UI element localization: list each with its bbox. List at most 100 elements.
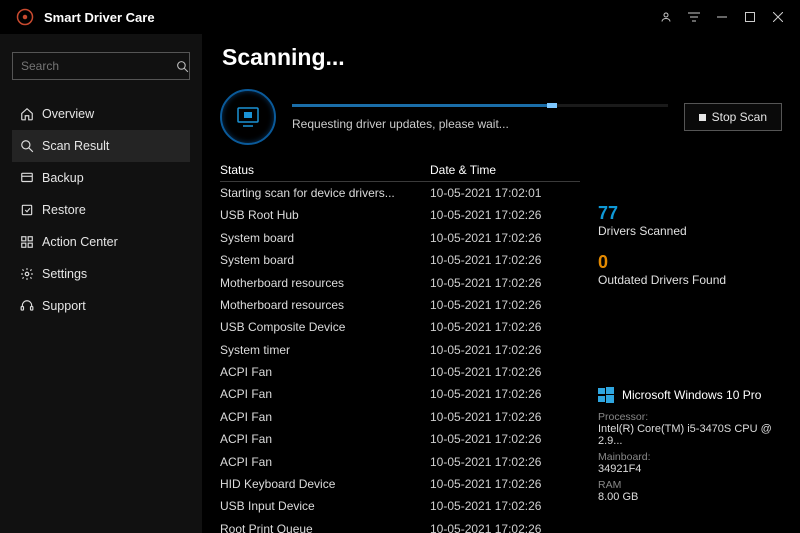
sidebar-item-action-center[interactable]: Action Center: [12, 226, 190, 258]
cell-datetime: 10-05-2021 17:02:26: [430, 276, 580, 290]
ram-value: 8.00 GB: [598, 491, 782, 503]
table-row: System timer10-05-2021 17:02:26: [220, 339, 580, 361]
cell-status: HID Keyboard Device: [220, 477, 430, 491]
table-row: USB Root Hub10-05-2021 17:02:26: [220, 204, 580, 226]
cell-status: USB Input Device: [220, 499, 430, 513]
sidebar-item-scan-result[interactable]: Scan Result: [12, 130, 190, 162]
cell-datetime: 10-05-2021 17:02:26: [430, 343, 580, 357]
stop-icon: [699, 114, 706, 121]
mainboard-value: 34921F4: [598, 463, 782, 475]
cell-datetime: 10-05-2021 17:02:26: [430, 499, 580, 513]
page-title: Scanning...: [222, 44, 782, 71]
maximize-button[interactable]: [736, 3, 764, 31]
ram-key: RAM: [598, 479, 782, 491]
content-area: Scanning... Requesting driver updates, p…: [202, 34, 800, 533]
cell-status: Starting scan for device drivers...: [220, 186, 430, 200]
gear-icon: [20, 267, 42, 281]
app-title: Smart Driver Care: [44, 10, 155, 25]
sidebar-item-label: Overview: [42, 107, 94, 121]
sidebar-item-label: Settings: [42, 267, 87, 281]
sidebar-item-overview[interactable]: Overview: [12, 98, 190, 130]
cell-datetime: 10-05-2021 17:02:26: [430, 320, 580, 334]
sidebar-item-label: Backup: [42, 171, 84, 185]
cell-datetime: 10-05-2021 17:02:26: [430, 387, 580, 401]
sidebar-item-backup[interactable]: Backup: [12, 162, 190, 194]
system-info: Microsoft Windows 10 Pro Processor: Inte…: [598, 387, 782, 503]
progress-bar: [292, 104, 668, 107]
search-input[interactable]: [21, 59, 176, 73]
progress-status-text: Requesting driver updates, please wait..…: [292, 117, 668, 131]
cell-datetime: 10-05-2021 17:02:26: [430, 477, 580, 491]
cell-status: Motherboard resources: [220, 276, 430, 290]
outdated-count: 0: [598, 252, 782, 273]
windows-icon: [598, 387, 614, 403]
table-row: ACPI Fan10-05-2021 17:02:26: [220, 361, 580, 383]
restore-icon: [20, 203, 42, 217]
search-icon: [176, 60, 189, 73]
cell-status: Root Print Queue: [220, 522, 430, 533]
cell-status: System board: [220, 253, 430, 267]
column-header-datetime: Date & Time: [430, 163, 580, 177]
headset-icon: [20, 299, 42, 313]
sidebar-item-support[interactable]: Support: [12, 290, 190, 322]
search-icon: [20, 139, 42, 153]
cell-status: System board: [220, 231, 430, 245]
table-row: USB Composite Device10-05-2021 17:02:26: [220, 316, 580, 338]
cell-datetime: 10-05-2021 17:02:26: [430, 410, 580, 424]
outdated-label: Outdated Drivers Found: [598, 273, 782, 287]
mainboard-key: Mainboard:: [598, 451, 782, 463]
sidebar-item-label: Scan Result: [42, 139, 109, 153]
drivers-scanned-label: Drivers Scanned: [598, 224, 782, 238]
backup-icon: [20, 171, 42, 185]
cell-status: Motherboard resources: [220, 298, 430, 312]
cell-status: System timer: [220, 343, 430, 357]
cell-status: ACPI Fan: [220, 365, 430, 379]
stop-scan-button[interactable]: Stop Scan: [684, 103, 782, 131]
cell-datetime: 10-05-2021 17:02:26: [430, 522, 580, 533]
table-row: ACPI Fan10-05-2021 17:02:26: [220, 428, 580, 450]
column-header-status: Status: [220, 163, 430, 177]
sidebar-item-label: Restore: [42, 203, 86, 217]
cell-datetime: 10-05-2021 17:02:26: [430, 455, 580, 469]
table-row: Motherboard resources10-05-2021 17:02:26: [220, 294, 580, 316]
drivers-scanned-count: 77: [598, 203, 782, 224]
table-row: Starting scan for device drivers...10-05…: [220, 182, 580, 204]
table-row: Motherboard resources10-05-2021 17:02:26: [220, 271, 580, 293]
cell-status: USB Root Hub: [220, 208, 430, 222]
grid-icon: [20, 235, 42, 249]
table-row: System board10-05-2021 17:02:26: [220, 249, 580, 271]
stats-panel: 77 Drivers Scanned 0 Outdated Drivers Fo…: [598, 159, 782, 533]
cell-datetime: 10-05-2021 17:02:26: [430, 365, 580, 379]
cell-datetime: 10-05-2021 17:02:26: [430, 208, 580, 222]
home-icon: [20, 107, 42, 121]
cell-datetime: 10-05-2021 17:02:01: [430, 186, 580, 200]
cell-status: ACPI Fan: [220, 432, 430, 446]
cell-datetime: 10-05-2021 17:02:26: [430, 253, 580, 267]
sidebar-item-settings[interactable]: Settings: [12, 258, 190, 290]
close-button[interactable]: [764, 3, 792, 31]
menu-icon[interactable]: [680, 3, 708, 31]
scanning-icon: [220, 89, 276, 145]
scan-results-table: Status Date & Time Starting scan for dev…: [220, 159, 580, 533]
minimize-button[interactable]: [708, 3, 736, 31]
os-name: Microsoft Windows 10 Pro: [622, 388, 761, 402]
search-box[interactable]: [12, 52, 190, 80]
table-row: System board10-05-2021 17:02:26: [220, 227, 580, 249]
cell-datetime: 10-05-2021 17:02:26: [430, 432, 580, 446]
sidebar-item-label: Action Center: [42, 235, 118, 249]
table-row: Root Print Queue10-05-2021 17:02:26: [220, 518, 580, 533]
cell-status: ACPI Fan: [220, 387, 430, 401]
table-row: HID Keyboard Device10-05-2021 17:02:26: [220, 473, 580, 495]
cell-status: ACPI Fan: [220, 455, 430, 469]
table-row: ACPI Fan10-05-2021 17:02:26: [220, 383, 580, 405]
processor-key: Processor:: [598, 411, 782, 423]
sidebar: Overview Scan Result Backup Restore Acti…: [0, 34, 202, 533]
table-row: ACPI Fan10-05-2021 17:02:26: [220, 450, 580, 472]
processor-value: Intel(R) Core(TM) i5-3470S CPU @ 2.9...: [598, 423, 782, 447]
sidebar-item-label: Support: [42, 299, 86, 313]
app-logo-icon: [16, 8, 34, 26]
titlebar: Smart Driver Care: [0, 0, 800, 34]
cell-datetime: 10-05-2021 17:02:26: [430, 298, 580, 312]
user-icon[interactable]: [652, 3, 680, 31]
sidebar-item-restore[interactable]: Restore: [12, 194, 190, 226]
